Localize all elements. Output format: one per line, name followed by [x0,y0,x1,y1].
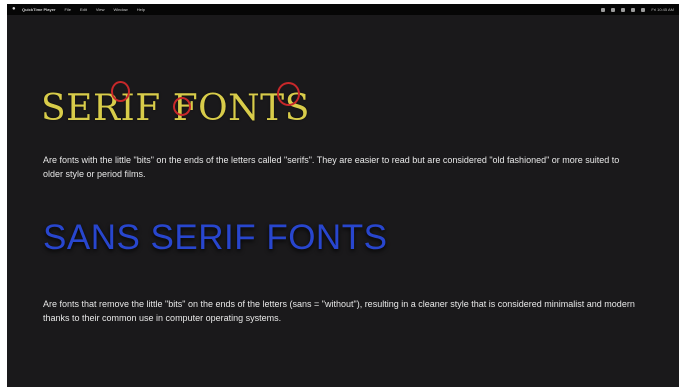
serif-annotation-circle-1 [111,81,130,102]
menu-window[interactable]: Window [113,4,127,15]
control-center-icon[interactable] [641,7,646,12]
menu-help[interactable]: Help [137,4,145,15]
sans-serif-fonts-heading: SANS SERIF FONTS [43,218,388,257]
serif-annotation-circle-3 [277,82,300,106]
status-area: Fri 10:45 AM [601,4,674,15]
sans-serif-description: Are fonts that remove the little "bits" … [43,299,635,323]
status-icon[interactable] [601,7,606,12]
serif-annotation-circle-2 [173,97,191,116]
screen: ● QuickTime Player File Edit View Window… [7,4,679,387]
menu-list: QuickTime Player File Edit View Window H… [22,4,145,15]
menu-view[interactable]: View [96,4,105,15]
search-icon[interactable] [631,7,636,12]
menu-edit[interactable]: Edit [80,4,87,15]
menu-app-name[interactable]: QuickTime Player [22,4,56,15]
serif-description: Are fonts with the little "bits" on the … [43,155,620,179]
menu-bar: ● QuickTime Player File Edit View Window… [7,4,679,15]
wifi-icon[interactable] [611,7,616,12]
menu-file[interactable]: File [65,4,71,15]
apple-menu-icon[interactable]: ● [12,4,16,15]
battery-icon[interactable] [621,7,626,12]
menu-clock[interactable]: Fri 10:45 AM [651,4,674,15]
